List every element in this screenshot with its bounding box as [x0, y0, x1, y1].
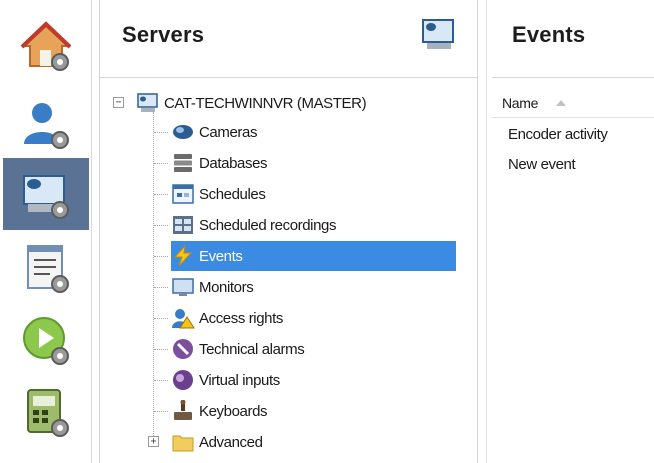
- monitor-icon: [172, 278, 194, 296]
- events-panel: Events Name Encoder activity New event: [492, 0, 654, 463]
- tree-item-label: Advanced: [199, 433, 263, 451]
- camera-icon: [173, 125, 193, 139]
- lightning-icon: [173, 245, 193, 267]
- tree-item-label: Technical alarms: [199, 340, 305, 358]
- tree-item-label: Scheduled recordings: [199, 216, 337, 234]
- tree-item-label: Schedules: [199, 185, 266, 203]
- tree-item-label: Databases: [199, 154, 268, 172]
- tree-branch: [154, 318, 168, 319]
- tree-item-schedules[interactable]: Schedules: [171, 179, 266, 209]
- name-column-header[interactable]: Name: [492, 88, 654, 118]
- event-name: New event: [508, 155, 576, 173]
- sort-ascending-icon: [556, 99, 567, 106]
- tree-branch: [154, 194, 168, 195]
- virtual-input-icon: [173, 370, 193, 390]
- tree-item-cameras[interactable]: Cameras: [171, 117, 257, 147]
- server-gear-icon: [23, 175, 69, 219]
- tree-item-scheduled-recordings[interactable]: Scheduled recordings: [171, 210, 336, 240]
- collapse-icon[interactable]: −: [113, 97, 124, 108]
- servers-title: Servers: [122, 22, 205, 47]
- servers-header: Servers: [100, 0, 477, 78]
- servers-settings-button[interactable]: [3, 158, 89, 230]
- column-name-label: Name: [502, 94, 539, 111]
- tree-branch: [154, 349, 168, 350]
- tree-branch: [154, 287, 168, 288]
- tree-item-keyboards[interactable]: Keyboards: [171, 396, 268, 426]
- access-rights-icon: [172, 309, 195, 329]
- tree-branch: [154, 256, 168, 257]
- tree-branch: [154, 163, 168, 164]
- tree-root[interactable]: CAT-TECHWINNVR (MASTER): [136, 88, 367, 118]
- tree-item-label: Cameras: [199, 123, 258, 141]
- home-settings-button[interactable]: [3, 10, 89, 82]
- tree-item-label: Access rights: [199, 309, 283, 327]
- server-icon[interactable]: [419, 16, 459, 56]
- tree-guide-line: [153, 112, 154, 442]
- tree-item-events[interactable]: Events: [171, 241, 456, 271]
- tree-item-advanced[interactable]: Advanced: [171, 427, 263, 457]
- list-item[interactable]: New event: [492, 149, 654, 179]
- technical-alarm-icon: [173, 339, 193, 359]
- tree-item-technical-alarms[interactable]: Technical alarms: [171, 334, 305, 364]
- tree-root-label: CAT-TECHWINNVR (MASTER): [164, 94, 367, 112]
- settings-rail: [0, 0, 92, 463]
- folder-icon: [172, 435, 194, 452]
- tree-branch: [154, 225, 168, 226]
- tree-branch: [154, 132, 168, 133]
- tree-item-monitors[interactable]: Monitors: [171, 272, 254, 302]
- users-settings-button[interactable]: [3, 88, 89, 160]
- list-gear-icon: [27, 245, 69, 293]
- database-icon: [174, 154, 192, 172]
- tree-branch: [154, 380, 168, 381]
- play-gear-icon: [23, 317, 69, 365]
- tree-item-access-rights[interactable]: Access rights: [171, 303, 283, 333]
- panel-divider: [486, 0, 487, 463]
- panel-settings-button[interactable]: [3, 376, 89, 448]
- list-item[interactable]: Encoder activity: [492, 119, 654, 149]
- play-settings-button[interactable]: [3, 304, 89, 376]
- tree-branch: [154, 411, 168, 412]
- events-header: Events: [492, 0, 654, 78]
- tree-item-label: Monitors: [199, 278, 254, 296]
- tree-item-label: Virtual inputs: [199, 371, 280, 389]
- server-icon: [137, 93, 158, 112]
- house-gear-icon: [20, 21, 72, 71]
- panel-gear-icon: [27, 389, 69, 437]
- tree-item-databases[interactable]: Databases: [171, 148, 268, 178]
- tree-item-virtual-inputs[interactable]: Virtual inputs: [171, 365, 280, 395]
- expand-icon[interactable]: +: [148, 436, 159, 447]
- tree-item-label: Events: [199, 247, 243, 265]
- events-title: Events: [512, 22, 586, 47]
- user-gear-icon: [24, 103, 69, 149]
- tree-item-label: Keyboards: [199, 402, 268, 420]
- event-name: Encoder activity: [508, 125, 608, 143]
- keyboard-icon: [174, 400, 192, 420]
- scheduled-recording-icon: [173, 216, 193, 234]
- list-settings-button[interactable]: [3, 232, 89, 304]
- schedule-icon: [172, 184, 194, 204]
